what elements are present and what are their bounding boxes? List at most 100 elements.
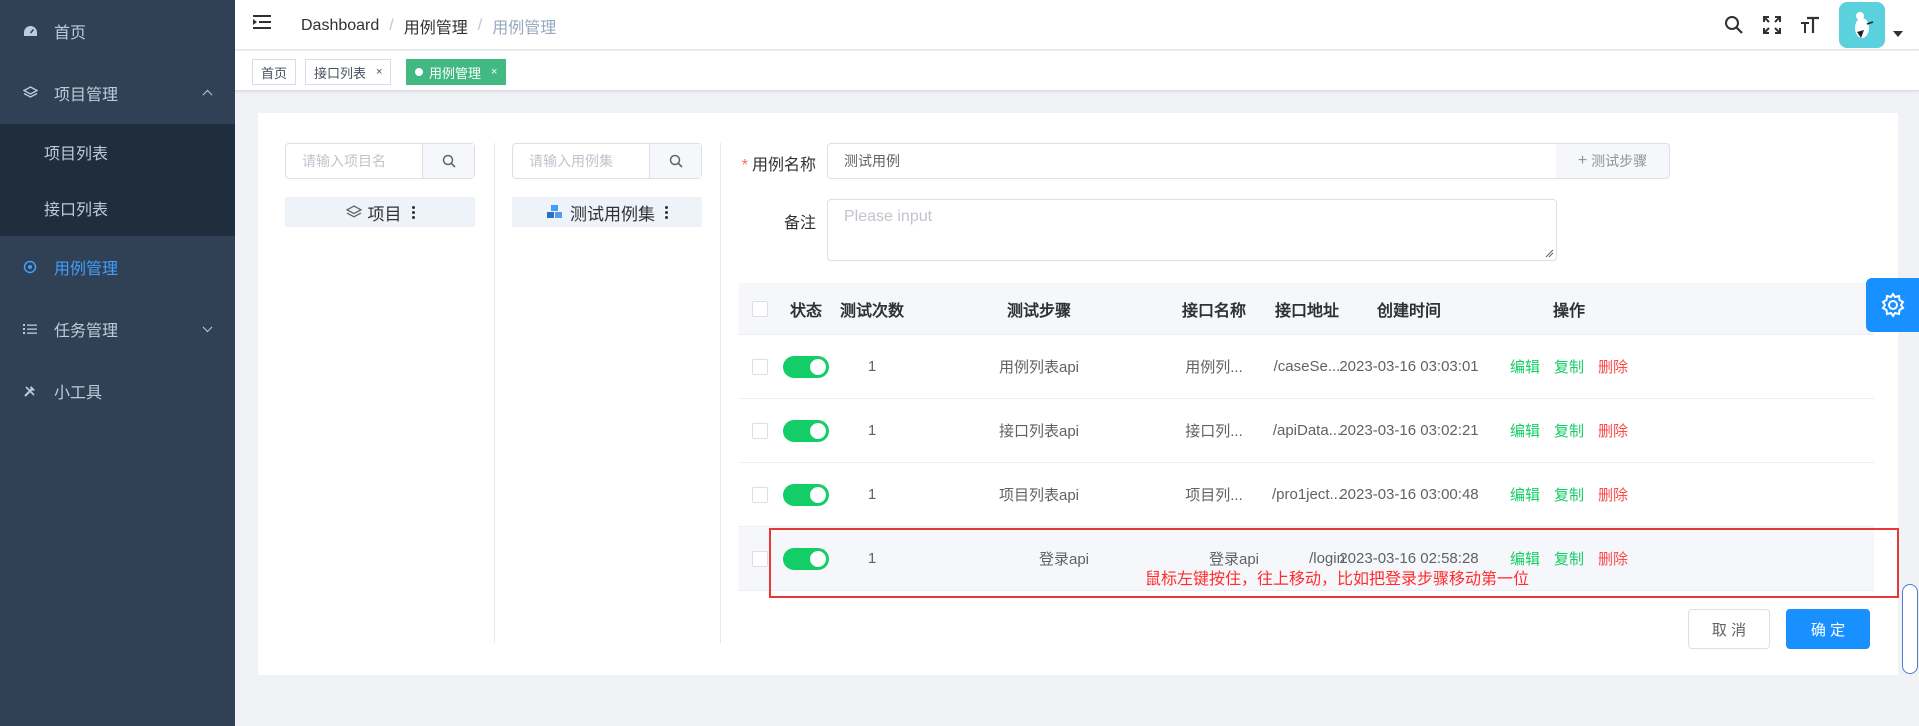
- case-name-label: * 用例名称: [736, 151, 816, 175]
- breadcrumb-separator: /: [389, 17, 394, 34]
- cell-api-name: 项目列...: [1185, 487, 1243, 504]
- select-all-checkbox[interactable]: [739, 283, 781, 334]
- table-row[interactable]: 1 用例列表api 用例列... /caseSe... 2023-03-16 0…: [739, 335, 1874, 399]
- copy-button[interactable]: 复制: [1554, 484, 1584, 505]
- hamburger-icon[interactable]: [253, 14, 273, 32]
- status-switch[interactable]: [781, 335, 831, 398]
- breadcrumb-item-dashboard[interactable]: Dashboard: [301, 17, 379, 35]
- table-row[interactable]: 1 接口列表api 接口列... /apiData... 2023-03-16 …: [739, 399, 1874, 463]
- case-name-input[interactable]: 测试用例: [827, 143, 1557, 179]
- delete-button[interactable]: 删除: [1598, 420, 1628, 441]
- cell-created: 2023-03-16 03:02:21: [1339, 422, 1479, 439]
- layers-icon: [345, 204, 362, 217]
- header-step: 测试步骤: [1006, 302, 1071, 320]
- sidebar: 首页 项目管理 项目列表 接口列表 用例管理 任务管理 小工具: [0, 0, 235, 726]
- chevron-up-icon: [202, 89, 213, 100]
- cell-actions: 编辑 复制 删除: [1509, 335, 1629, 398]
- font-size-icon[interactable]: [1791, 0, 1829, 50]
- header-status: 状态: [789, 302, 822, 320]
- tag-label: 接口列表: [314, 65, 367, 81]
- cell-actions: 编辑 复制 删除: [1509, 399, 1629, 462]
- breadcrumb-separator: /: [477, 17, 483, 34]
- cell-count: 1: [867, 486, 877, 503]
- cell-count: 1: [867, 422, 877, 439]
- fullscreen-icon[interactable]: [1753, 0, 1791, 50]
- tools-icon: [22, 383, 38, 399]
- target-icon: [22, 259, 38, 275]
- sidebar-item-task-management[interactable]: 任务管理: [0, 298, 235, 360]
- tag-api-list[interactable]: 接口列表 ×: [305, 59, 392, 85]
- sidebar-item-label: 项目管理: [54, 87, 119, 104]
- avatar[interactable]: [1839, 2, 1885, 48]
- status-switch[interactable]: [781, 399, 831, 462]
- add-step-label: 测试步骤: [1591, 153, 1648, 169]
- delete-button[interactable]: 删除: [1598, 356, 1628, 377]
- header-created: 创建时间: [1376, 302, 1441, 320]
- header-api-name: 接口名称: [1181, 302, 1246, 320]
- annotation-highlight-box: [769, 528, 1899, 598]
- caseset-search-button[interactable]: [649, 144, 701, 178]
- navbar: Dashboard / 用例管理 / 用例管理: [235, 0, 1919, 50]
- settings-button[interactable]: [1866, 278, 1919, 332]
- add-step-button[interactable]: + 测试步骤: [1556, 143, 1670, 179]
- delete-button[interactable]: 删除: [1598, 484, 1628, 505]
- sidebar-item-project-management[interactable]: 项目管理: [0, 62, 235, 124]
- status-switch[interactable]: [781, 463, 831, 526]
- cancel-button[interactable]: 取 消: [1688, 609, 1770, 649]
- search-icon: [442, 154, 456, 168]
- divider: [720, 143, 721, 643]
- tree-node-project[interactable]: 项目: [285, 197, 475, 227]
- search-icon[interactable]: [1715, 0, 1753, 50]
- remark-textarea[interactable]: Please input: [827, 199, 1557, 261]
- row-checkbox[interactable]: [739, 399, 781, 462]
- project-search: 请输入项目名: [285, 143, 475, 179]
- sidebar-item-tools[interactable]: 小工具: [0, 360, 235, 422]
- breadcrumb-item-case-management[interactable]: 用例管理: [404, 14, 468, 38]
- row-checkbox[interactable]: [739, 463, 781, 526]
- cell-step: 项目列表api: [998, 487, 1080, 504]
- tag-case-management[interactable]: 用例管理 ×: [406, 59, 507, 85]
- remark-label: 备注: [783, 215, 816, 232]
- active-dot-icon: [415, 68, 423, 76]
- sidebar-item-label: 小工具: [54, 385, 103, 402]
- project-search-input[interactable]: 请输入项目名: [286, 144, 422, 178]
- sidebar-item-label: 首页: [54, 25, 87, 42]
- tag-home[interactable]: 首页: [252, 59, 297, 85]
- sidebar-item-api-list[interactable]: 接口列表: [0, 180, 235, 236]
- cell-api-name: 接口列...: [1185, 423, 1243, 440]
- caret-down-icon[interactable]: [1893, 31, 1903, 37]
- cell-step: 用例列表api: [998, 359, 1080, 376]
- more-icon[interactable]: [665, 205, 668, 220]
- project-search-button[interactable]: [422, 144, 474, 178]
- edit-button[interactable]: 编辑: [1510, 484, 1540, 505]
- remark-placeholder: Please input: [844, 208, 933, 225]
- sidebar-item-project-list[interactable]: 项目列表: [0, 124, 235, 180]
- chevron-down-icon: [202, 322, 213, 333]
- header-actions: 操作: [1552, 302, 1585, 320]
- tag-label: 用例管理: [429, 65, 482, 81]
- sidebar-item-case-management[interactable]: 用例管理: [0, 236, 235, 298]
- sidebar-item-label: 任务管理: [54, 323, 119, 340]
- tree-node-label: 项目: [367, 204, 402, 224]
- table-header: 状态 测试次数 测试步骤 接口名称 接口地址 创建时间 操作: [739, 283, 1874, 335]
- more-icon[interactable]: [411, 205, 415, 220]
- close-icon[interactable]: ×: [491, 66, 497, 78]
- scrollbar-handle[interactable]: [1902, 584, 1918, 674]
- cell-count: 1: [867, 358, 877, 375]
- copy-button[interactable]: 复制: [1554, 420, 1584, 441]
- edit-button[interactable]: 编辑: [1510, 420, 1540, 441]
- breadcrumb: Dashboard / 用例管理 / 用例管理: [301, 14, 556, 38]
- cell-step: 接口列表api: [998, 423, 1080, 440]
- caseset-search-input[interactable]: 请输入用例集: [513, 144, 649, 178]
- row-checkbox[interactable]: [739, 335, 781, 398]
- copy-button[interactable]: 复制: [1554, 356, 1584, 377]
- table-row[interactable]: 1 项目列表api 项目列... /pro1ject... 2023-03-16…: [739, 463, 1874, 527]
- sidebar-item-home[interactable]: 首页: [0, 0, 235, 62]
- edit-button[interactable]: 编辑: [1510, 356, 1540, 377]
- close-icon[interactable]: ×: [376, 66, 382, 78]
- confirm-button[interactable]: 确 定: [1786, 609, 1870, 649]
- divider: [494, 143, 495, 643]
- tag-label: 首页: [261, 65, 288, 81]
- cell-created: 2023-03-16 03:00:48: [1339, 486, 1479, 503]
- tree-node-caseset[interactable]: 测试用例集: [512, 197, 702, 227]
